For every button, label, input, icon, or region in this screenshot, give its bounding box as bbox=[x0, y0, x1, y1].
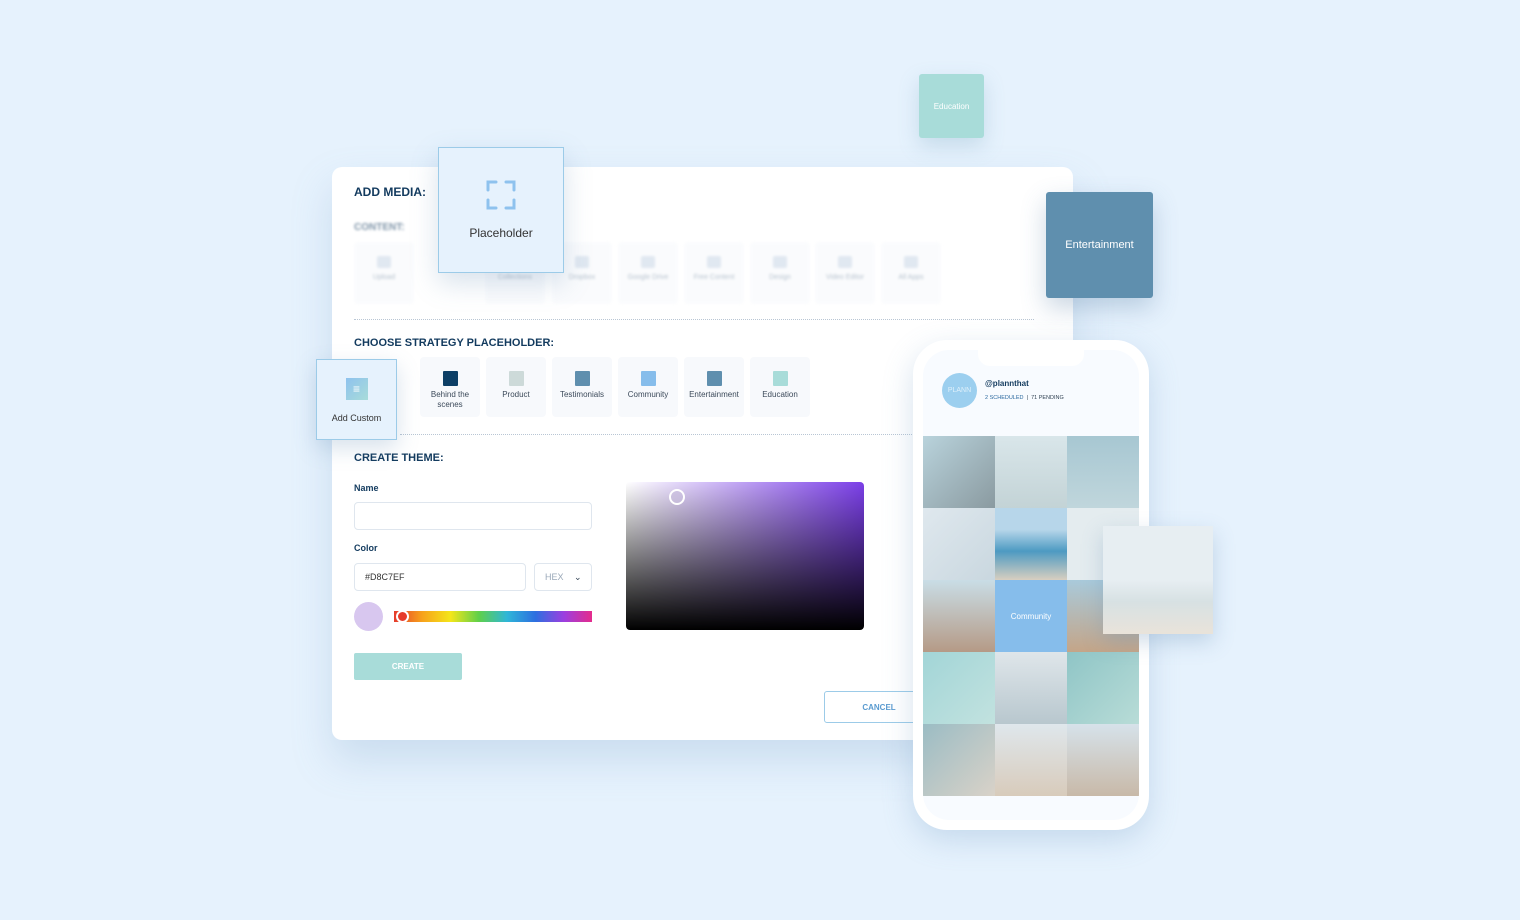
source-label: All Apps bbox=[898, 274, 924, 281]
color-preview-swatch bbox=[354, 602, 383, 631]
feed-photo[interactable] bbox=[923, 436, 995, 508]
image-icon bbox=[707, 256, 721, 268]
source-label: Google Drive bbox=[627, 274, 669, 281]
strategy-label: Product bbox=[502, 390, 530, 399]
add-media-title: ADD MEDIA: bbox=[354, 185, 426, 199]
divider bbox=[400, 434, 920, 435]
strategy-product[interactable]: Product bbox=[486, 357, 546, 417]
source-label: Video Editor bbox=[825, 274, 864, 281]
canva-icon bbox=[773, 256, 787, 268]
scheduled-count: 2 SCHEDULED bbox=[985, 395, 1024, 401]
format-value: HEX bbox=[545, 572, 564, 582]
feed-photo[interactable] bbox=[995, 436, 1067, 508]
chevron-down-icon: ⌄ bbox=[574, 572, 582, 582]
create-button[interactable]: CREATE bbox=[354, 653, 462, 680]
name-label: Name bbox=[354, 483, 379, 493]
source-all-apps[interactable]: All Apps bbox=[881, 242, 941, 304]
hue-slider[interactable] bbox=[394, 611, 592, 622]
feed-photo[interactable] bbox=[923, 508, 995, 580]
source-label: Dropbox bbox=[568, 274, 596, 281]
saturation-handle[interactable] bbox=[669, 489, 685, 505]
strategy-label: Community bbox=[627, 390, 669, 399]
color-label: Color bbox=[354, 543, 378, 553]
feed-photo-community[interactable]: Community bbox=[995, 580, 1067, 652]
name-input[interactable] bbox=[354, 502, 592, 530]
strategy-label: Behind the scenes bbox=[430, 390, 470, 409]
source-design[interactable]: Design bbox=[750, 242, 810, 304]
strategy-behind-the-scenes[interactable]: Behind the scenes bbox=[420, 357, 480, 417]
placeholder-label: Placeholder bbox=[469, 226, 533, 240]
color-swatch bbox=[508, 371, 524, 386]
color-swatch bbox=[640, 371, 656, 386]
avatar: PLANN bbox=[942, 373, 977, 408]
hue-slider-handle[interactable] bbox=[396, 610, 409, 623]
strategy-label: Education bbox=[762, 390, 798, 399]
dropbox-icon bbox=[575, 256, 589, 268]
profile-handle: @plannthat bbox=[985, 379, 1029, 388]
strategy-label: Entertainment bbox=[689, 390, 739, 399]
feed-photo[interactable] bbox=[923, 652, 995, 724]
theme-title: CREATE THEME: bbox=[354, 452, 444, 464]
dragged-photo[interactable] bbox=[1103, 526, 1213, 634]
feed-photo[interactable] bbox=[1067, 724, 1139, 796]
source-video-editor[interactable]: Video Editor bbox=[815, 242, 875, 304]
feed-photo[interactable] bbox=[923, 724, 995, 796]
color-swatch bbox=[442, 371, 458, 386]
strategy-testimonials[interactable]: Testimonials bbox=[552, 357, 612, 417]
strategy-title: CHOOSE STRATEGY PLACEHOLDER: bbox=[354, 337, 555, 349]
color-swatch bbox=[574, 371, 590, 386]
drive-icon bbox=[641, 256, 655, 268]
source-free-content[interactable]: Free Content bbox=[684, 242, 744, 304]
feed-photo[interactable] bbox=[995, 724, 1067, 796]
source-label: Collections bbox=[497, 274, 533, 281]
source-label: Upload bbox=[372, 274, 396, 281]
source-upload[interactable]: Upload bbox=[354, 242, 414, 304]
strategy-entertainment[interactable]: Entertainment bbox=[684, 357, 744, 417]
color-format-select[interactable]: HEX ⌄ bbox=[534, 563, 592, 591]
add-custom-button[interactable]: ≡ Add Custom bbox=[316, 359, 397, 440]
strategy-community[interactable]: Community bbox=[618, 357, 678, 417]
feed-photo[interactable] bbox=[1067, 652, 1139, 724]
color-saturation-picker[interactable] bbox=[626, 482, 864, 630]
phone-notch bbox=[978, 350, 1084, 366]
color-hex-input[interactable]: #D8C7EF bbox=[354, 563, 526, 591]
frame-icon bbox=[486, 180, 516, 210]
upload-icon bbox=[377, 256, 391, 268]
placeholder-float-card[interactable]: Placeholder bbox=[438, 147, 564, 273]
feed-photo[interactable] bbox=[995, 508, 1067, 580]
profile-stats: 2 SCHEDULED | 71 PENDING bbox=[985, 395, 1064, 401]
education-label: Education bbox=[933, 101, 970, 111]
education-float-card[interactable]: Education bbox=[919, 74, 984, 138]
feed-photo[interactable] bbox=[923, 580, 995, 652]
video-icon bbox=[838, 256, 852, 268]
source-google-drive[interactable]: Google Drive bbox=[618, 242, 678, 304]
source-label: Free Content bbox=[693, 274, 735, 281]
content-label: CONTENT: bbox=[354, 222, 405, 233]
color-swatch bbox=[706, 371, 722, 386]
strategy-education[interactable]: Education bbox=[750, 357, 810, 417]
color-swatch bbox=[772, 371, 788, 386]
entertainment-label: Entertainment bbox=[1065, 239, 1134, 251]
link-icon bbox=[904, 256, 918, 268]
divider bbox=[354, 319, 1034, 320]
feed-photo[interactable] bbox=[1067, 436, 1139, 508]
sliders-icon: ≡ bbox=[345, 378, 368, 400]
strategy-label: Testimonials bbox=[559, 390, 604, 399]
pending-count: 71 PENDING bbox=[1031, 395, 1064, 401]
add-custom-label: Add Custom bbox=[331, 413, 382, 423]
feed-photo[interactable] bbox=[995, 652, 1067, 724]
source-label: Design bbox=[769, 274, 791, 281]
entertainment-float-card[interactable]: Entertainment bbox=[1046, 192, 1153, 298]
